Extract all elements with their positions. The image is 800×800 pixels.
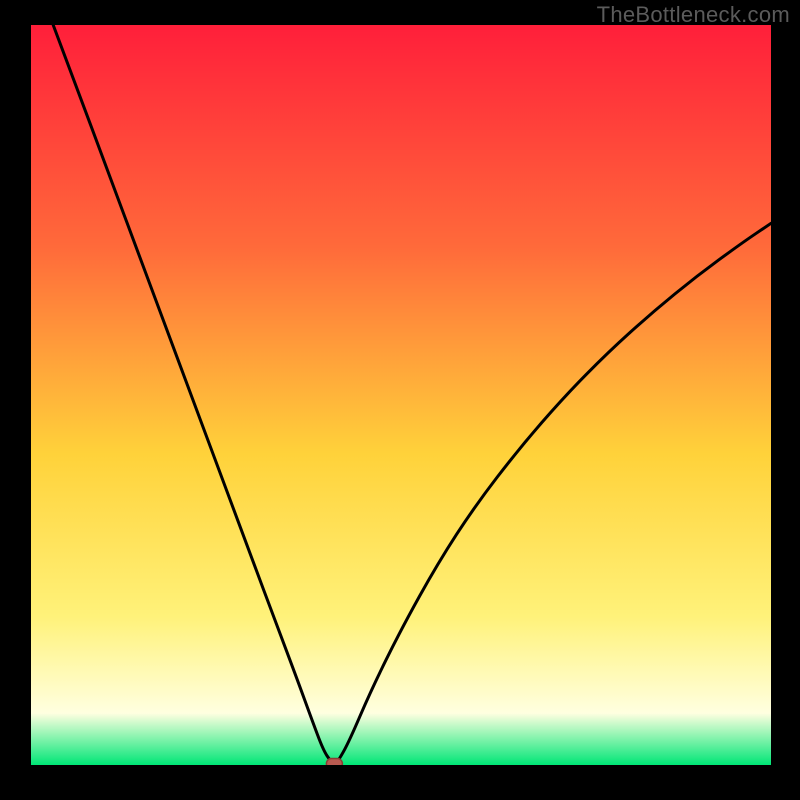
bottleneck-chart: [31, 25, 771, 765]
gradient-background: [31, 25, 771, 765]
chart-container: { "watermark": "TheBottleneck.com", "col…: [0, 0, 800, 800]
optimal-point-marker: [326, 759, 342, 765]
